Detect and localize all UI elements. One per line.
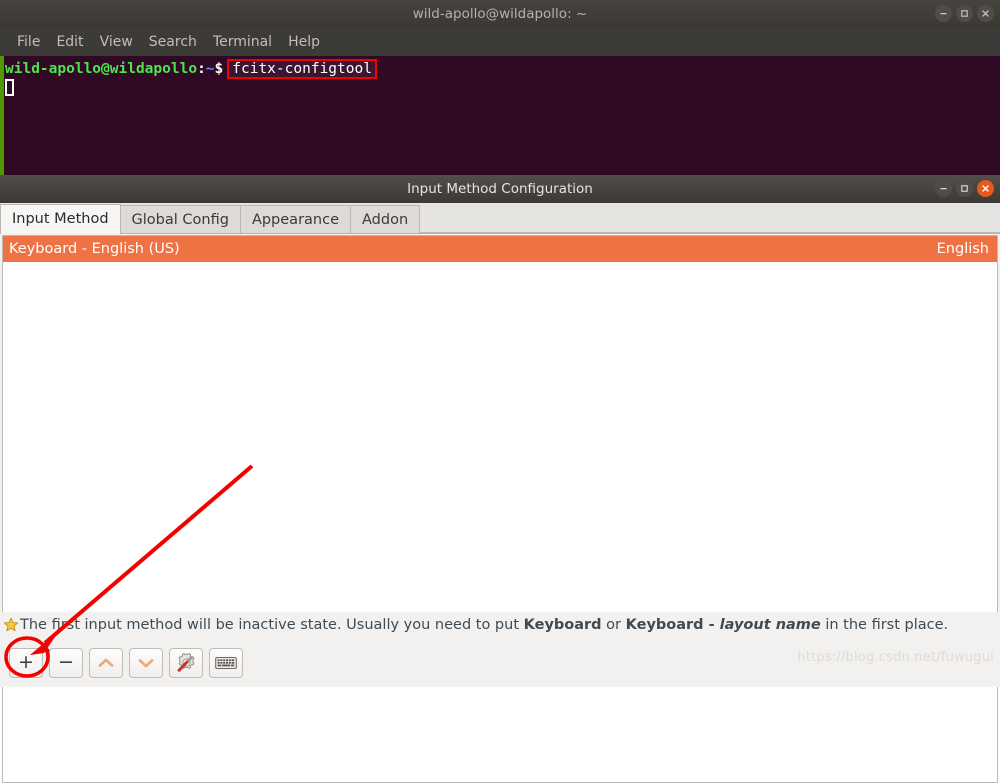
status-bold-keyboard-layout: Keyboard - <box>625 617 720 633</box>
input-method-name: Keyboard - English (US) <box>9 241 180 257</box>
terminal-window-controls <box>935 5 994 22</box>
terminal-window-title: wild-apollo@wildapollo: ~ <box>412 6 588 22</box>
menu-item-view[interactable]: View <box>92 32 141 52</box>
input-method-list[interactable]: Keyboard - English (US) English <box>2 235 998 783</box>
status-text-part3: in the first place. <box>820 617 949 633</box>
terminal-command-highlight: fcitx-configtool <box>227 59 377 79</box>
prompt-path: ~ <box>205 61 215 77</box>
terminal-output-area[interactable]: wild-apollo@wildapollo:~$ fcitx-configtoo… <box>0 56 1000 175</box>
minus-icon: − <box>58 651 74 673</box>
terminal-titlebar[interactable]: wild-apollo@wildapollo: ~ <box>0 0 1000 29</box>
remove-input-method-button[interactable]: − <box>49 647 83 678</box>
menu-item-search[interactable]: Search <box>141 32 205 52</box>
config-titlebar[interactable]: Input Method Configuration <box>0 175 1000 204</box>
status-text-part2: or <box>601 617 626 633</box>
status-bar: The first input method will be inactive … <box>0 612 1000 638</box>
tabbar-filler <box>420 205 1000 233</box>
config-window-controls <box>935 180 994 197</box>
add-input-method-button[interactable]: + <box>9 647 43 678</box>
prompt-dollar: $ <box>214 61 224 77</box>
keyboard-layout-button[interactable] <box>209 647 243 678</box>
config-tabbar: Input Method Global Config Appearance Ad… <box>0 203 1000 234</box>
tab-addon[interactable]: Addon <box>351 205 421 233</box>
input-method-configuration-window: Input Method Configuration Input Method … <box>0 175 1000 783</box>
prompt-user-host: wild-apollo@wildapollo <box>5 61 198 77</box>
maximize-icon[interactable] <box>956 180 973 197</box>
tab-input-method[interactable]: Input Method <box>0 204 121 234</box>
terminal-prompt-line: wild-apollo@wildapollo:~$ fcitx-configtoo… <box>5 59 1000 79</box>
status-message: The first input method will be inactive … <box>20 617 948 633</box>
move-down-button[interactable] <box>129 647 163 678</box>
config-window-title: Input Method Configuration <box>407 181 593 197</box>
list-item[interactable]: Keyboard - English (US) English <box>3 236 997 262</box>
star-icon <box>3 617 19 632</box>
terminal-window: wild-apollo@wildapollo: ~ File Edit View… <box>0 0 1000 175</box>
menu-item-terminal[interactable]: Terminal <box>205 32 280 52</box>
menu-item-help[interactable]: Help <box>280 32 328 52</box>
watermark-text: https://blog.csdn.net/fuwugui <box>797 650 994 665</box>
menu-item-edit[interactable]: Edit <box>48 32 91 52</box>
input-method-language: English <box>936 241 989 257</box>
configure-button[interactable] <box>169 647 203 678</box>
keyboard-icon <box>215 656 237 669</box>
maximize-icon[interactable] <box>956 5 973 22</box>
menu-item-file[interactable]: File <box>9 32 48 52</box>
chevron-up-icon <box>98 658 114 667</box>
terminal-cursor-line <box>5 79 1000 98</box>
status-italic-layout-name: layout name <box>719 617 821 633</box>
minimize-icon[interactable] <box>935 180 952 197</box>
prompt-colon: : <box>197 61 206 77</box>
close-icon[interactable] <box>977 5 994 22</box>
terminal-cursor <box>5 79 14 96</box>
minimize-icon[interactable] <box>935 5 952 22</box>
terminal-menubar: File Edit View Search Terminal Help <box>0 28 1000 56</box>
move-up-button[interactable] <box>89 647 123 678</box>
gear-screwdriver-icon <box>177 653 194 672</box>
close-icon[interactable] <box>977 180 994 197</box>
status-bold-keyboard: Keyboard <box>523 617 602 633</box>
chevron-down-icon <box>138 658 154 667</box>
tab-appearance[interactable]: Appearance <box>240 205 352 233</box>
tab-global-config[interactable]: Global Config <box>120 205 241 233</box>
status-text-part1: The first input method will be inactive … <box>20 617 524 633</box>
plus-icon: + <box>18 651 34 673</box>
